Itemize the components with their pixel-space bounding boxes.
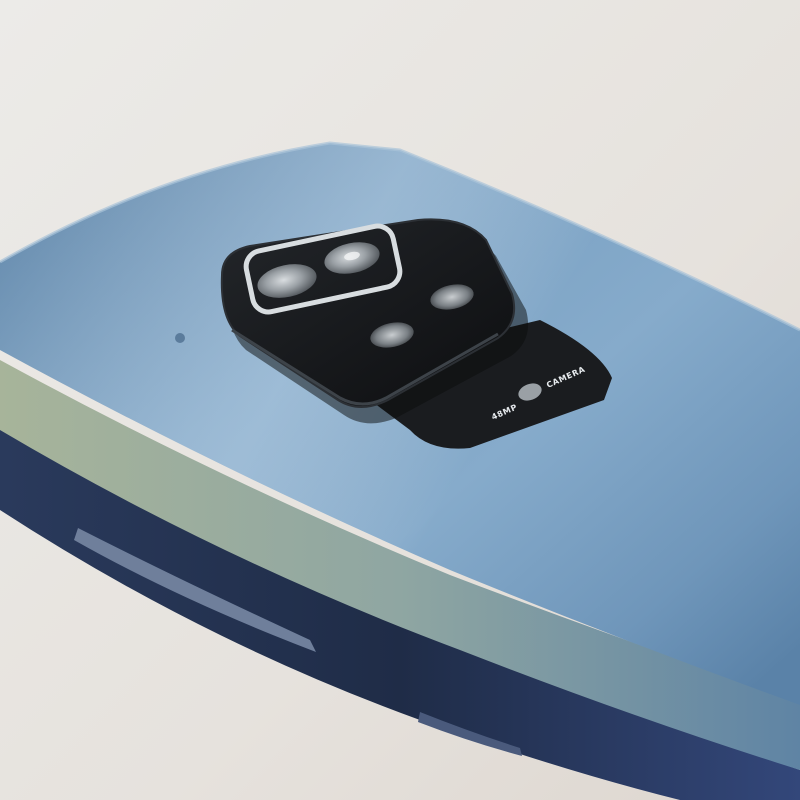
panel-dot — [175, 333, 185, 343]
phone-photo: 48MP CAMERA — [0, 0, 800, 800]
photo-scene: 48MP CAMERA — [0, 0, 800, 800]
